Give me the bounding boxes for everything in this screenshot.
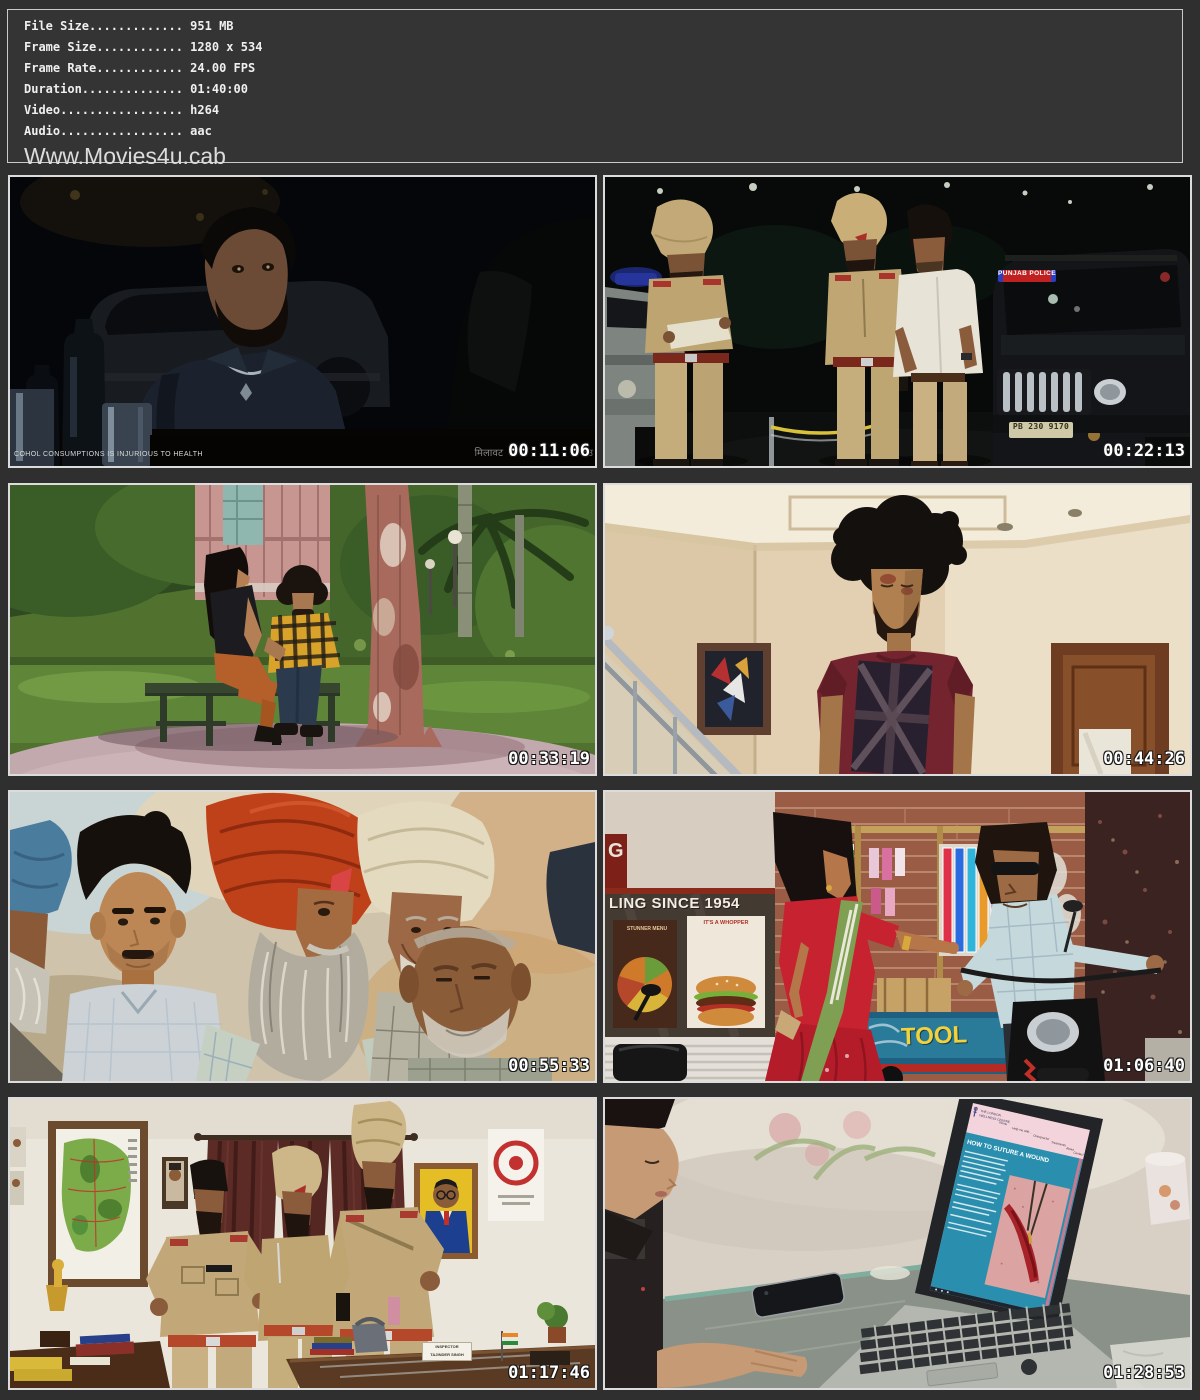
statutory-warning-text: COHOL CONSUMPTIONS IS INJURIOUS TO HEALT… bbox=[14, 451, 203, 458]
timestamp-badge: 00:55:33 bbox=[508, 1056, 590, 1076]
hp-logo-icon bbox=[1021, 1359, 1037, 1375]
scene-park-bench bbox=[10, 485, 595, 774]
punjab-police-banner: PUNJAB POLICE bbox=[998, 270, 1056, 282]
scene-staircase-indoor bbox=[605, 485, 1190, 774]
timestamp-badge: 01:06:40 bbox=[1103, 1056, 1185, 1076]
scene-laptop-browsing: THE LONDON WELLNESS CENTRE Home Help me … bbox=[605, 1099, 1190, 1388]
screenshot-thumb-8: THE LONDON WELLNESS CENTRE Home Help me … bbox=[603, 1097, 1192, 1390]
video-codec-line: Video................. h264 bbox=[24, 100, 1182, 121]
storefront-tagline: LING SINCE 1954 bbox=[609, 895, 771, 912]
nameplate-name: TAJINDER SINGH bbox=[423, 1351, 471, 1359]
nameplate-title: INSPECTOR bbox=[423, 1343, 471, 1351]
timestamp-badge: 00:11:06 bbox=[508, 441, 590, 461]
timestamp-badge: 00:22:13 bbox=[1103, 441, 1185, 461]
file-size-line: File Size............. 951 MB bbox=[24, 16, 1182, 37]
menu-poster-text: STUNNER MENU bbox=[619, 926, 675, 932]
scene-police-night bbox=[605, 177, 1190, 466]
storefront-letter: G bbox=[608, 840, 624, 863]
audio-codec-line: Audio................. aac bbox=[24, 121, 1182, 142]
screenshot-thumb-1: COHOL CONSUMPTIONS IS INJURIOUS TO HEALT… bbox=[8, 175, 597, 468]
site-watermark: Www.Movies4u.cab bbox=[24, 143, 1182, 169]
cart-graffiti-text: TOOL bbox=[901, 1020, 992, 1051]
license-plate: PB 230 9170 bbox=[1009, 422, 1073, 438]
screenshot-thumb-4: 00:44:26 bbox=[603, 483, 1192, 776]
burger-poster-text: IT'S A WHOPPER bbox=[689, 920, 763, 926]
scene-night-bar bbox=[10, 177, 595, 466]
screenshot-thumb-5: 00:55:33 bbox=[8, 790, 597, 1083]
timestamp-badge: 01:17:46 bbox=[508, 1363, 590, 1383]
timestamp-badge: 00:44:26 bbox=[1103, 749, 1185, 769]
screenshot-thumb-2: PUNJAB POLICE PB 230 9170 00:22:13 bbox=[603, 175, 1192, 468]
scene-police-office bbox=[10, 1099, 595, 1388]
subtitle-fragment-left: मिलावट bbox=[474, 445, 503, 459]
frame-size-line: Frame Size............ 1280 x 534 bbox=[24, 37, 1182, 58]
scene-street-market bbox=[605, 792, 1190, 1081]
screenshot-thumb-3: 00:33:19 bbox=[8, 483, 597, 776]
frame-rate-line: Frame Rate............ 24.00 FPS bbox=[24, 58, 1182, 79]
file-info-panel: File Size............. 951 MB Frame Size… bbox=[7, 9, 1183, 163]
screenshot-thumb-6: G LING SINCE 1954 STUNNER MENU IT'S A WH… bbox=[603, 790, 1192, 1083]
screenshot-thumb-7: INSPECTOR TAJINDER SINGH 01:17:46 bbox=[8, 1097, 597, 1390]
timestamp-badge: 01:28:53 bbox=[1103, 1363, 1185, 1383]
timestamp-badge: 00:33:19 bbox=[508, 749, 590, 769]
duration-line: Duration.............. 01:40:00 bbox=[24, 79, 1182, 100]
scene-village-crowd bbox=[10, 792, 595, 1081]
desk-nameplate: INSPECTOR TAJINDER SINGH bbox=[422, 1342, 472, 1361]
